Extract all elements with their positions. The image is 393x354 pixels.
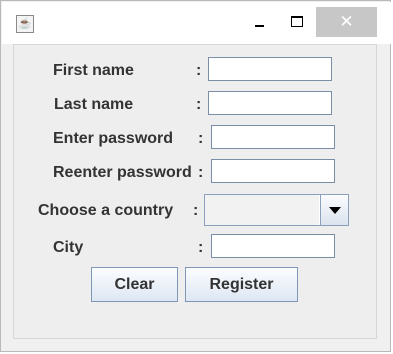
enter-password-colon: : [198,130,204,147]
dropdown-arrow-button[interactable] [320,195,348,225]
first-name-label: First name [53,62,134,79]
java-icon: ☕ [16,15,34,33]
maximize-icon [291,16,303,27]
first-name-field[interactable] [208,57,332,81]
last-name-colon: : [196,96,202,113]
clear-button[interactable]: Clear [91,267,178,302]
choose-country-label: Choose a country [38,202,174,219]
first-name-colon: : [196,62,202,79]
reenter-password-colon: : [198,164,204,181]
country-dropdown[interactable] [204,194,349,226]
country-selected-value [205,195,319,225]
enter-password-label: Enter password [53,130,174,147]
maximize-button[interactable] [282,9,312,35]
reenter-password-label: Reenter password [53,164,192,181]
title-bar[interactable]: ☕ ✕ [2,2,391,44]
password-field[interactable] [211,125,335,149]
city-label: City [53,239,84,256]
choose-country-colon: : [193,202,199,219]
chevron-down-icon [329,207,341,214]
close-button[interactable]: ✕ [316,7,377,37]
last-name-field[interactable] [208,91,332,115]
register-button[interactable]: Register [185,267,298,302]
city-colon: : [198,239,204,256]
reenter-password-field[interactable] [211,159,335,183]
city-field[interactable] [211,234,335,258]
minimize-icon [254,25,264,27]
minimize-button[interactable] [244,9,274,35]
last-name-label: Last name [54,96,134,113]
